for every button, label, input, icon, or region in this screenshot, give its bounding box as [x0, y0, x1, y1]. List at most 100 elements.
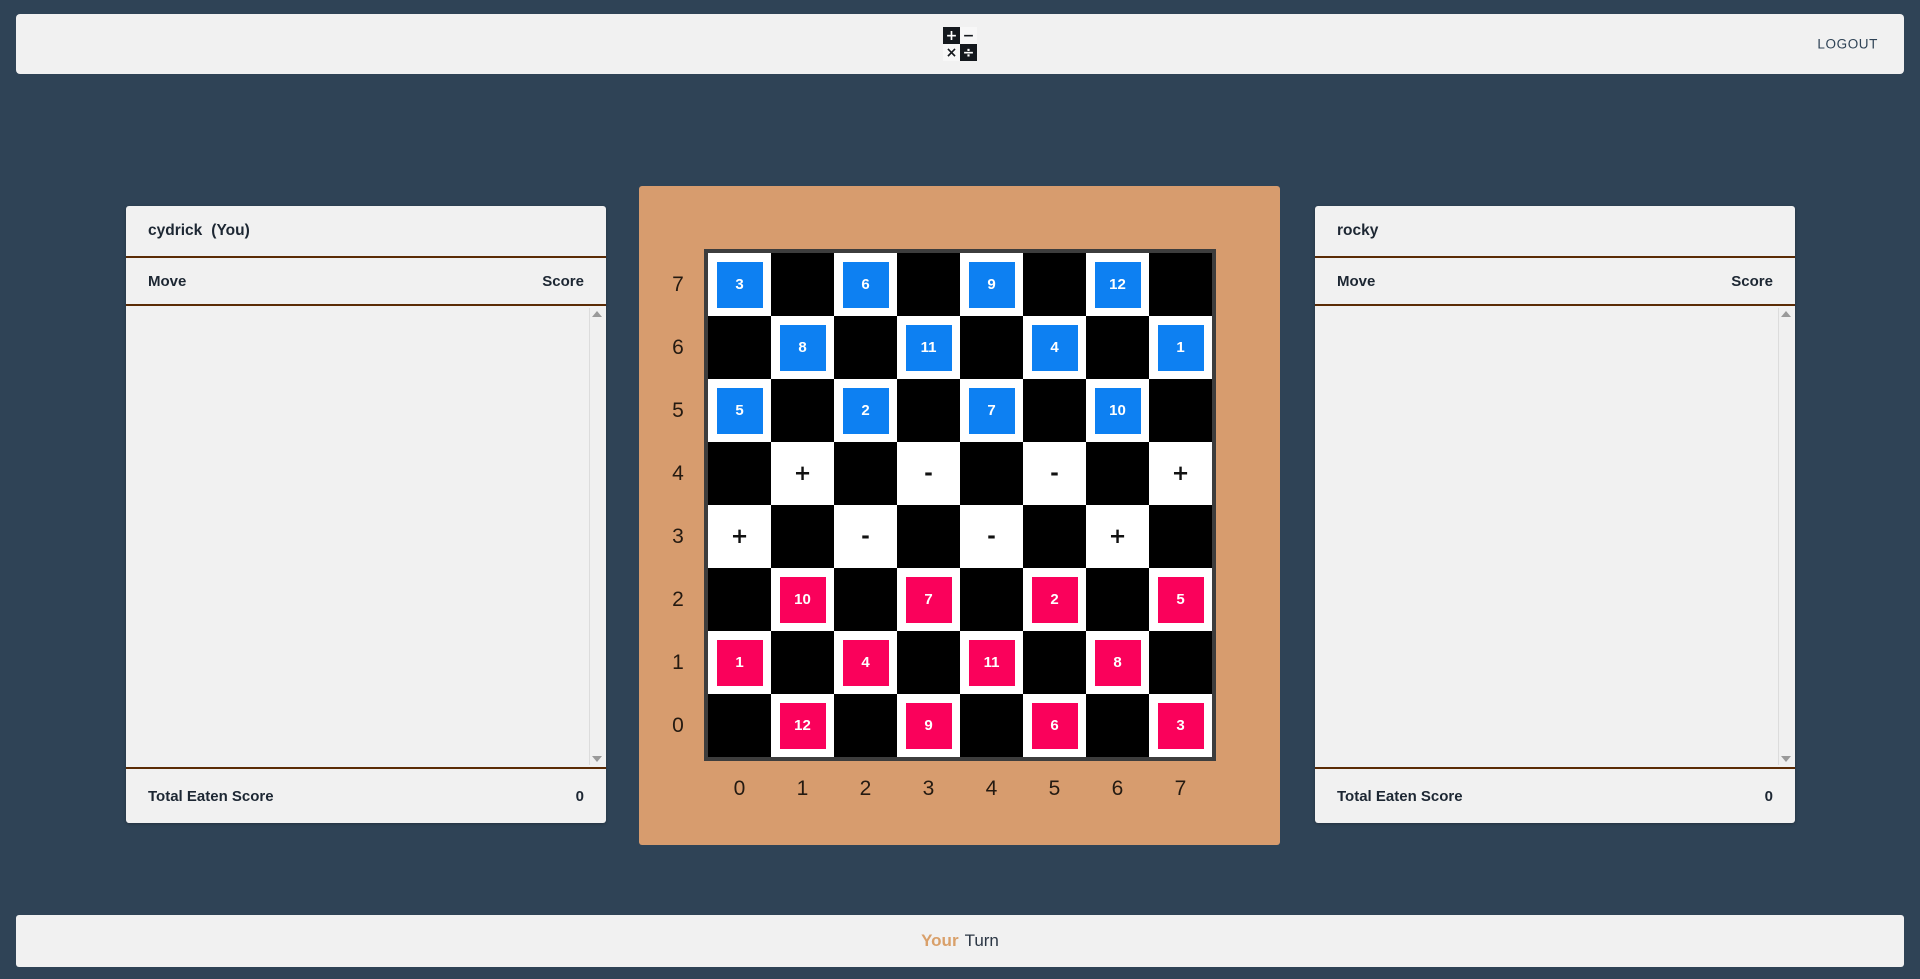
piece-blue-8[interactable]: 8	[779, 324, 826, 371]
board-square-7-4[interactable]: +	[1149, 442, 1212, 505]
piece-blue-9[interactable]: 9	[968, 261, 1015, 308]
row-label-0: 0	[672, 713, 684, 737]
board-square-7-0[interactable]: 3	[1149, 694, 1212, 757]
board-square-3-1[interactable]	[897, 631, 960, 694]
board-square-4-4[interactable]	[960, 442, 1023, 505]
board-square-5-4[interactable]: -	[1023, 442, 1086, 505]
piece-blue-12[interactable]: 12	[1094, 261, 1141, 308]
board-square-6-1[interactable]: 8	[1086, 631, 1149, 694]
board-square-6-0[interactable]	[1086, 694, 1149, 757]
board-square-5-3[interactable]	[1023, 505, 1086, 568]
board-square-3-3[interactable]	[897, 505, 960, 568]
board-square-0-6[interactable]	[708, 316, 771, 379]
board-square-1-0[interactable]: 12	[771, 694, 834, 757]
board-square-0-2[interactable]	[708, 568, 771, 631]
board-square-5-1[interactable]	[1023, 631, 1086, 694]
piece-pink-11[interactable]: 11	[968, 639, 1015, 686]
board-square-3-4[interactable]: -	[897, 442, 960, 505]
board-square-1-1[interactable]	[771, 631, 834, 694]
board-square-3-5[interactable]	[897, 379, 960, 442]
piece-blue-4[interactable]: 4	[1031, 324, 1078, 371]
piece-pink-1[interactable]: 1	[716, 639, 763, 686]
board-square-0-4[interactable]	[708, 442, 771, 505]
board-square-6-7[interactable]: 12	[1086, 253, 1149, 316]
board-square-4-5[interactable]: 7	[960, 379, 1023, 442]
board-square-6-6[interactable]	[1086, 316, 1149, 379]
board-square-6-4[interactable]	[1086, 442, 1149, 505]
board-square-5-6[interactable]: 4	[1023, 316, 1086, 379]
board-square-0-0[interactable]	[708, 694, 771, 757]
board-square-5-5[interactable]	[1023, 379, 1086, 442]
board-square-4-0[interactable]	[960, 694, 1023, 757]
board-square-3-2[interactable]: 7	[897, 568, 960, 631]
board-square-7-6[interactable]: 1	[1149, 316, 1212, 379]
board-square-4-3[interactable]: -	[960, 505, 1023, 568]
piece-pink-8[interactable]: 8	[1094, 639, 1141, 686]
operator-tile-plus: +	[793, 461, 812, 485]
board-square-0-3[interactable]: +	[708, 505, 771, 568]
scroll-down-arrow-icon[interactable]	[592, 756, 602, 762]
board-square-0-5[interactable]: 5	[708, 379, 771, 442]
board-square-1-3[interactable]	[771, 505, 834, 568]
piece-blue-5[interactable]: 5	[716, 387, 763, 434]
board-square-1-7[interactable]	[771, 253, 834, 316]
move-list-scrollbar-left[interactable]	[589, 308, 604, 765]
board-square-2-4[interactable]	[834, 442, 897, 505]
board-square-3-0[interactable]: 9	[897, 694, 960, 757]
board-square-7-5[interactable]	[1149, 379, 1212, 442]
piece-pink-4[interactable]: 4	[842, 639, 889, 686]
board-square-6-3[interactable]: +	[1086, 505, 1149, 568]
board-square-5-0[interactable]: 6	[1023, 694, 1086, 757]
piece-blue-6[interactable]: 6	[842, 261, 889, 308]
board-square-2-5[interactable]: 2	[834, 379, 897, 442]
logout-button[interactable]: LOGOUT	[1817, 37, 1878, 52]
board-square-1-6[interactable]: 8	[771, 316, 834, 379]
board-square-2-1[interactable]: 4	[834, 631, 897, 694]
piece-blue-7[interactable]: 7	[968, 387, 1015, 434]
board-square-3-6[interactable]: 11	[897, 316, 960, 379]
board-square-5-2[interactable]: 2	[1023, 568, 1086, 631]
board-square-1-4[interactable]: +	[771, 442, 834, 505]
piece-blue-1[interactable]: 1	[1157, 324, 1204, 371]
board-square-0-7[interactable]: 3	[708, 253, 771, 316]
board-square-5-7[interactable]	[1023, 253, 1086, 316]
board-square-7-2[interactable]: 5	[1149, 568, 1212, 631]
piece-pink-6[interactable]: 6	[1031, 702, 1078, 749]
move-list-left[interactable]	[126, 306, 606, 769]
move-list-columns-right: Move Score	[1315, 258, 1795, 306]
board-square-2-3[interactable]: -	[834, 505, 897, 568]
piece-pink-3[interactable]: 3	[1157, 702, 1204, 749]
piece-pink-9[interactable]: 9	[905, 702, 952, 749]
board-square-3-7[interactable]	[897, 253, 960, 316]
board-square-2-7[interactable]: 6	[834, 253, 897, 316]
piece-pink-5[interactable]: 5	[1157, 576, 1204, 623]
move-list-right[interactable]	[1315, 306, 1795, 769]
piece-pink-2[interactable]: 2	[1031, 576, 1078, 623]
board-square-1-2[interactable]: 10	[771, 568, 834, 631]
board-square-4-2[interactable]	[960, 568, 1023, 631]
piece-pink-12[interactable]: 12	[779, 702, 826, 749]
board-square-7-1[interactable]	[1149, 631, 1212, 694]
scroll-up-arrow-icon[interactable]	[1781, 311, 1791, 317]
board-square-7-7[interactable]	[1149, 253, 1212, 316]
scroll-down-arrow-icon[interactable]	[1781, 756, 1791, 762]
piece-pink-7[interactable]: 7	[905, 576, 952, 623]
piece-pink-10[interactable]: 10	[779, 576, 826, 623]
board-square-2-0[interactable]	[834, 694, 897, 757]
board-square-6-5[interactable]: 10	[1086, 379, 1149, 442]
board-square-4-7[interactable]: 9	[960, 253, 1023, 316]
board-square-4-6[interactable]	[960, 316, 1023, 379]
piece-blue-10[interactable]: 10	[1094, 387, 1141, 434]
move-list-scrollbar-right[interactable]	[1778, 308, 1793, 765]
board-square-0-1[interactable]: 1	[708, 631, 771, 694]
board-square-1-5[interactable]	[771, 379, 834, 442]
piece-blue-3[interactable]: 3	[716, 261, 763, 308]
board-square-6-2[interactable]	[1086, 568, 1149, 631]
board-square-7-3[interactable]	[1149, 505, 1212, 568]
board-square-2-6[interactable]	[834, 316, 897, 379]
board-square-2-2[interactable]	[834, 568, 897, 631]
board-square-4-1[interactable]: 11	[960, 631, 1023, 694]
piece-blue-2[interactable]: 2	[842, 387, 889, 434]
piece-blue-11[interactable]: 11	[905, 324, 952, 371]
scroll-up-arrow-icon[interactable]	[592, 311, 602, 317]
